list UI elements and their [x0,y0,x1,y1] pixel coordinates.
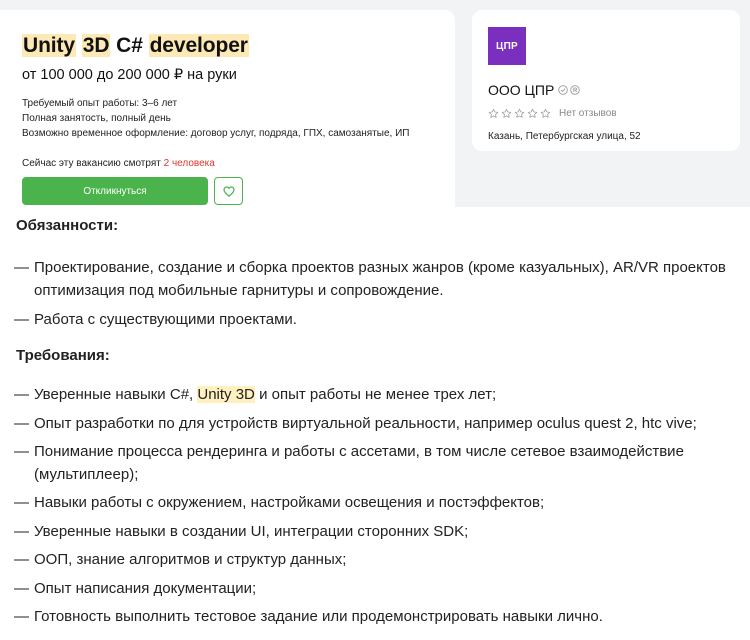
star-icon [488,108,499,118]
company-card: ЦПР ООО ЦПР Нет отзывов Казань, Петербур… [472,10,740,151]
star-icon [501,108,512,118]
list-item: Готовность выполнить тестовое задание ил… [14,606,744,629]
list-item: Проектирование, создание и сборка проект… [14,257,744,302]
company-logo[interactable]: ЦПР [488,27,526,65]
highlighted-term: Unity 3D [197,386,255,403]
vacancy-conditions: Требуемый опыт работы: 3–6 лет Полная за… [22,96,409,141]
check-circle-icon [558,85,569,95]
duties-title: Обязанности: [16,217,119,234]
vacancy-employment: Полная занятость, полный день [22,113,171,124]
list-item: Уверенные навыки в создании UI, интеграц… [14,521,744,544]
company-badges [558,85,581,95]
title-word-highlighted: 3D [81,34,111,57]
req-text-suffix: и опыт работы не менее трех лет; [254,386,497,403]
list-item: Понимание процесса рендеринга и работы с… [14,441,744,486]
req-text-prefix: Уверенные навыки C#, [34,386,198,403]
vacancy-card: Unity 3D C# developer от 100 000 до 200 … [0,10,455,207]
list-item: Уверенные навыки C#, Unity 3D и опыт раб… [14,384,744,407]
title-word-highlighted: developer [148,34,249,57]
vacancy-salary: от 100 000 до 200 000 ₽ на руки [22,67,237,83]
star-icon [540,108,551,118]
vacancy-experience: Требуемый опыт работы: 3–6 лет [22,98,178,109]
company-name-row: ООО ЦПР [488,82,581,98]
company-name[interactable]: ООО ЦПР [488,82,554,98]
watching-label: Сейчас эту вакансию смотрят [22,158,164,169]
list-item: Опыт разработки по для устройств виртуал… [14,413,744,436]
vacancy-title: Unity 3D C# developer [22,34,249,58]
title-word-highlighted: Unity [22,34,77,57]
vacancy-contract: Возможно временное оформление: договор у… [22,128,410,139]
company-rating: Нет отзывов [488,108,617,119]
list-item: ООП, знание алгоритмов и структур данных… [14,549,744,572]
duties-list: Проектирование, создание и сборка проект… [14,257,744,332]
list-item: Навыки работы с окружением, настройками … [14,492,744,515]
watching-counter: Сейчас эту вакансию смотрят 2 человека [22,158,215,169]
title-word: C# [116,34,143,57]
watching-count: 2 человека [163,158,215,169]
requirements-title: Требования: [16,347,110,364]
star-icon [514,108,525,118]
list-item: Работа с существующими проектами. [14,309,744,332]
favorite-button[interactable] [214,177,243,205]
requirements-list: Уверенные навыки C#, Unity 3D и опыт раб… [14,384,744,629]
heart-icon [222,185,235,197]
star-icon [527,108,538,118]
registered-icon [570,85,581,95]
list-item: Опыт написания документации; [14,578,744,601]
company-address: Казань, Петербургская улица, 52 [488,131,641,142]
apply-button[interactable]: Откликнуться [22,177,208,205]
no-reviews-label[interactable]: Нет отзывов [559,108,617,119]
